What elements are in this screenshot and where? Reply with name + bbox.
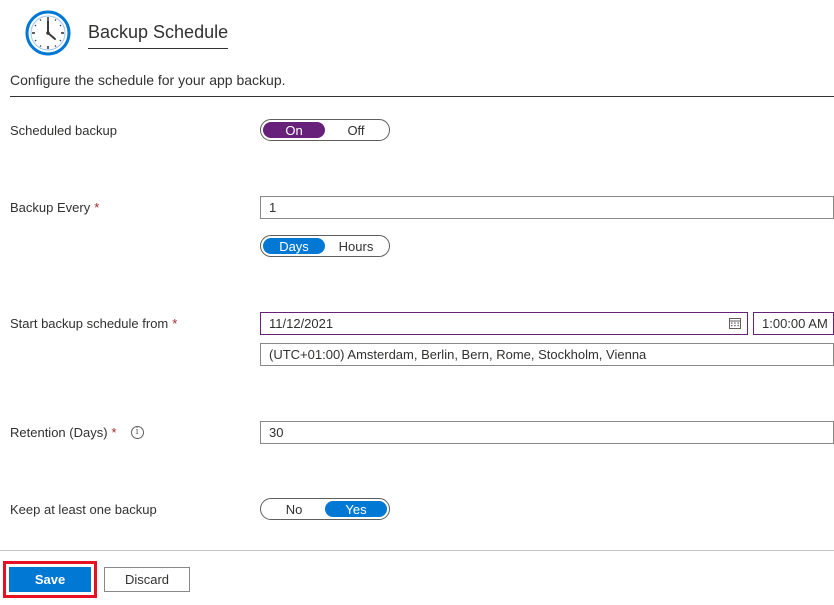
header: Backup Schedule — [0, 0, 834, 60]
keep-one-yes-option[interactable]: Yes — [325, 501, 387, 517]
required-marker: * — [111, 425, 117, 440]
info-icon[interactable]: i — [130, 426, 144, 439]
footer-divider — [0, 550, 834, 551]
keep-one-label-text: Keep at least one backup — [10, 502, 157, 517]
scheduled-backup-label: Scheduled backup — [10, 123, 117, 138]
retention-input[interactable]: 30 — [260, 421, 834, 444]
backup-every-label-text: Backup Every — [10, 200, 91, 215]
start-date-value: 11/12/2021 — [269, 316, 334, 331]
backup-every-input[interactable]: 1 — [260, 196, 834, 219]
start-date-input[interactable]: 11/12/2021 — [260, 312, 748, 335]
start-schedule-label: Start backup schedule from * — [10, 316, 177, 331]
backup-unit-hours-option[interactable]: Hours — [325, 238, 387, 254]
scheduled-backup-label-text: Scheduled backup — [10, 123, 117, 138]
description-divider — [10, 96, 834, 97]
required-marker: * — [94, 200, 100, 215]
backup-unit-toggle[interactable]: Days Hours — [260, 235, 390, 257]
discard-button[interactable]: Discard — [104, 567, 190, 592]
clock-icon — [25, 10, 71, 56]
keep-one-toggle[interactable]: No Yes — [260, 498, 390, 520]
retention-label-text: Retention (Days) — [10, 425, 108, 440]
scheduled-backup-on-option[interactable]: On — [263, 122, 325, 138]
scheduled-backup-off-option[interactable]: Off — [325, 122, 387, 138]
start-time-input[interactable]: 1:00:00 AM — [753, 312, 834, 335]
page-description: Configure the schedule for your app back… — [10, 72, 286, 88]
retention-label: Retention (Days) * i — [10, 425, 144, 440]
backup-every-value: 1 — [269, 200, 277, 215]
timezone-value: (UTC+01:00) Amsterdam, Berlin, Bern, Rom… — [269, 347, 647, 362]
retention-value: 30 — [269, 425, 284, 440]
keep-one-no-option[interactable]: No — [263, 501, 325, 517]
backup-every-label: Backup Every * — [10, 200, 99, 215]
save-button[interactable]: Save — [9, 567, 91, 592]
backup-unit-days-option[interactable]: Days — [263, 238, 325, 254]
scheduled-backup-toggle[interactable]: On Off — [260, 119, 390, 141]
start-schedule-label-text: Start backup schedule from — [10, 316, 169, 331]
page-title: Backup Schedule — [88, 22, 229, 49]
calendar-icon[interactable] — [729, 318, 741, 329]
required-marker: * — [172, 316, 178, 331]
start-time-value: 1:00:00 AM — [762, 316, 828, 331]
keep-one-label: Keep at least one backup — [10, 502, 157, 517]
timezone-select[interactable]: (UTC+01:00) Amsterdam, Berlin, Bern, Rom… — [260, 343, 834, 366]
